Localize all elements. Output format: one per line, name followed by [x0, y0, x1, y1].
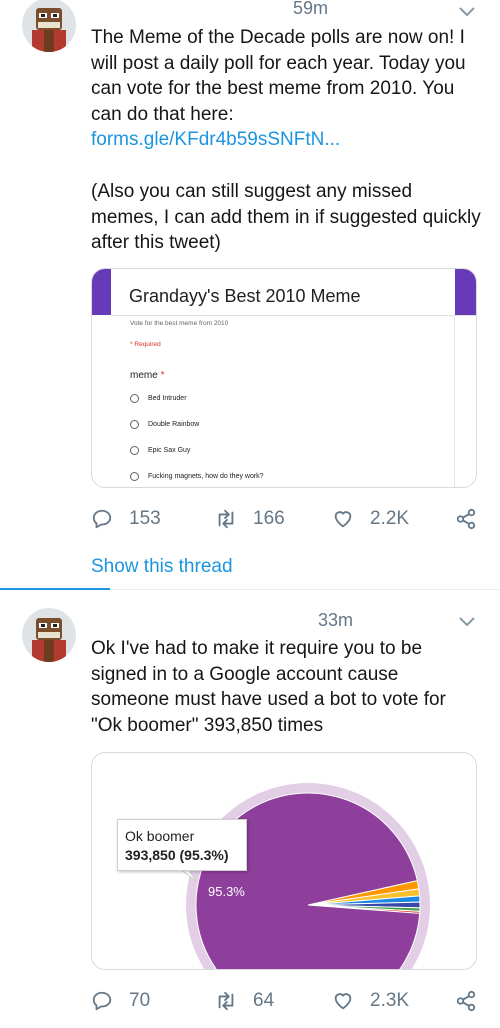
retweet-button[interactable]: 166	[215, 508, 285, 530]
tweet[interactable]: 59m The Meme of the Decade polls are now…	[0, 0, 500, 592]
divider	[0, 588, 110, 590]
share-icon	[456, 990, 476, 1012]
divider	[454, 315, 455, 487]
tweet-text: Ok I've had to make it require you to be…	[91, 638, 446, 736]
tweet-timestamp[interactable]: 59m	[293, 0, 328, 19]
retweet-icon	[218, 509, 234, 529]
reply-icon	[92, 509, 112, 529]
slice-percent-label: 95.3%	[208, 884, 245, 899]
tweet-actions: 70 64 2.3K	[91, 990, 481, 1016]
tweet-timestamp[interactable]: 33m	[318, 610, 353, 631]
radio-icon[interactable]	[130, 420, 139, 429]
retweet-icon	[218, 991, 234, 1011]
image-pie-chart[interactable]: Ok boomer 393,850 (95.3%) 95.3%	[91, 752, 477, 970]
reply-count: 153	[129, 508, 161, 529]
share-icon	[456, 508, 476, 530]
form-accent-bar	[92, 269, 111, 315]
form-question-label: meme	[130, 370, 158, 381]
heart-icon	[334, 511, 352, 528]
reply-button[interactable]: 70	[91, 990, 150, 1012]
divider	[111, 315, 476, 316]
form-accent-bar	[455, 269, 476, 315]
retweet-button[interactable]: 64	[215, 990, 274, 1012]
tweet-actions: 153 166 2.2K	[91, 508, 481, 534]
form-option-label: Double Rainbow	[148, 421, 200, 428]
tooltip-value: 393,850 (95.3%)	[125, 847, 229, 863]
radio-icon[interactable]	[130, 472, 139, 481]
tooltip-label: Ok boomer	[125, 828, 195, 844]
form-title: Grandayy's Best 2010 Meme	[129, 286, 361, 306]
form-subtitle: Vote for the best meme from 2010	[130, 320, 229, 327]
form-option-label: Epic Sax Guy	[148, 447, 191, 454]
form-option[interactable]: Bed Intruder	[130, 394, 187, 403]
like-count: 2.3K	[370, 990, 410, 1011]
retweet-count: 166	[253, 508, 285, 529]
form-question: meme *	[130, 370, 164, 381]
like-count: 2.2K	[370, 508, 410, 529]
tweet-paragraph: (Also you can still suggest any missed m…	[91, 180, 481, 254]
show-thread-link[interactable]: Show this thread	[91, 556, 233, 578]
tweet-text: The Meme of the Decade polls are now on!…	[91, 25, 483, 256]
form-option[interactable]: Epic Sax Guy	[130, 446, 190, 455]
radio-icon[interactable]	[130, 394, 139, 403]
reply-count: 70	[129, 990, 151, 1011]
tweet-paragraph: The Meme of the Decade polls are now on!…	[91, 27, 466, 125]
chevron-down-icon[interactable]	[458, 616, 476, 628]
radio-icon[interactable]	[130, 446, 139, 455]
form-option-label: Bed Intruder	[148, 395, 187, 402]
link-preview-card[interactable]: Grandayy's Best 2010 Meme Vote for the b…	[91, 268, 477, 488]
avatar[interactable]	[22, 608, 76, 662]
avatar[interactable]	[22, 0, 76, 52]
heart-icon	[334, 993, 352, 1010]
reply-button[interactable]: 153	[91, 508, 161, 530]
required-star: *	[160, 370, 165, 381]
share-button[interactable]	[455, 508, 493, 530]
share-button[interactable]	[455, 990, 493, 1012]
form-required-note: * Required	[130, 341, 161, 348]
divider	[110, 589, 500, 590]
like-button[interactable]: 2.2K	[332, 508, 409, 530]
chart-tooltip: Ok boomer 393,850 (95.3%)	[117, 819, 247, 871]
retweet-count: 64	[253, 990, 275, 1011]
tweet[interactable]: 33m Ok I've had to make it require you t…	[0, 592, 500, 1028]
chevron-down-icon[interactable]	[458, 6, 476, 18]
form-option[interactable]: Fucking magnets, how do they work?	[130, 472, 264, 481]
like-button[interactable]: 2.3K	[332, 990, 409, 1012]
form-option[interactable]: Double Rainbow	[130, 420, 199, 429]
reply-icon	[92, 991, 112, 1011]
form-option-label: Fucking magnets, how do they work?	[148, 473, 264, 480]
tweet-link[interactable]: forms.gle/KFdr4b59sSNFtN...	[91, 127, 483, 153]
